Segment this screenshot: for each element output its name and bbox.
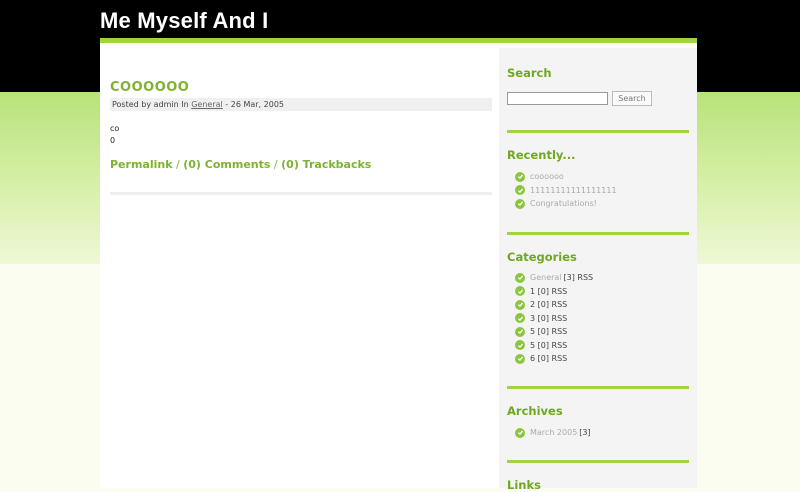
post-divider (110, 192, 492, 195)
list-item: 2 [0] RSS (515, 298, 593, 312)
category-link[interactable]: 1 (530, 287, 535, 296)
post-category-link[interactable]: General (191, 100, 223, 109)
categories-list: General [3] RSS 1 [0] RSS 2 [0] RSS 3 [0]… (515, 271, 593, 366)
category-rss-link[interactable]: RSS (552, 314, 568, 323)
category-count: [0] (537, 340, 549, 350)
post-body: co 0 (110, 123, 492, 147)
check-circle-icon (515, 299, 525, 310)
check-circle-icon (515, 272, 525, 283)
check-circle-icon (515, 427, 525, 438)
category-link[interactable]: 3 (530, 314, 535, 323)
check-circle-icon (515, 171, 525, 182)
search-button[interactable]: Search (612, 91, 652, 106)
check-circle-icon (515, 340, 525, 351)
archives-list: March 2005 [3] (515, 426, 591, 440)
list-item: Congratulations! (515, 197, 619, 211)
recently-list: coooooo 11111111111111111 Congratulation… (515, 170, 619, 211)
check-circle-icon (515, 353, 525, 364)
category-link[interactable]: 2 (530, 300, 535, 309)
check-circle-icon (515, 286, 525, 297)
category-link[interactable]: 6 (530, 354, 535, 363)
list-item: March 2005 [3] (515, 426, 591, 440)
check-circle-icon (515, 198, 525, 209)
section-divider (507, 130, 689, 133)
category-link[interactable]: 5 (530, 341, 535, 350)
list-item: 11111111111111111 (515, 184, 619, 198)
recent-post-link[interactable]: 11111111111111111 (530, 186, 617, 195)
section-divider (507, 386, 689, 389)
check-circle-icon (515, 313, 525, 324)
post-meta: Posted by admin In General - 26 Mar, 200… (110, 98, 492, 111)
list-item: 6 [0] RSS (515, 352, 593, 366)
search-heading: Search (507, 66, 552, 80)
list-item: coooooo (515, 170, 619, 184)
separator: / (172, 158, 184, 171)
site-title[interactable]: Me Myself And I (100, 8, 268, 34)
category-count: [0] (537, 313, 549, 323)
section-divider (507, 460, 689, 463)
recently-heading: Recently... (507, 148, 576, 162)
page-container: COOOOOO Posted by admin In General - 26 … (100, 38, 697, 492)
category-rss-link[interactable]: RSS (552, 327, 568, 336)
post-meta-prefix: Posted by admin In (112, 100, 189, 109)
links-heading: Links (507, 478, 541, 492)
category-link[interactable]: General (530, 273, 562, 282)
recent-post-link[interactable]: Congratulations! (530, 199, 597, 208)
post-date: - 26 Mar, 2005 (222, 100, 284, 109)
check-circle-icon (515, 326, 525, 337)
category-rss-link[interactable]: RSS (552, 354, 568, 363)
post-title[interactable]: COOOOOO (110, 80, 492, 95)
recent-post-link[interactable]: coooooo (530, 172, 564, 181)
comments-link[interactable]: (0) Comments (183, 158, 270, 171)
categories-heading: Categories (507, 250, 577, 264)
main-content: COOOOOO Posted by admin In General - 26 … (110, 80, 492, 195)
search-input[interactable] (507, 92, 608, 105)
list-item: 1 [0] RSS (515, 285, 593, 299)
post-body-line: co (110, 124, 120, 133)
category-link[interactable]: 5 (530, 327, 535, 336)
post-links: Permalink / (0) Comments / (0) Trackback… (110, 158, 492, 171)
category-count: [0] (537, 354, 549, 364)
archive-count: [3] (579, 428, 591, 438)
separator: / (270, 158, 282, 171)
list-item: 3 [0] RSS (515, 312, 593, 326)
category-rss-link[interactable]: RSS (552, 341, 568, 350)
check-circle-icon (515, 185, 525, 196)
category-count: [0] (537, 300, 549, 310)
archive-link[interactable]: March 2005 (530, 428, 577, 437)
category-count: [0] (537, 327, 549, 337)
list-item: 5 [0] RSS (515, 339, 593, 353)
list-item: General [3] RSS (515, 271, 593, 285)
archives-heading: Archives (507, 404, 563, 418)
category-rss-link[interactable]: RSS (552, 300, 568, 309)
trackbacks-link[interactable]: (0) Trackbacks (281, 158, 371, 171)
post-body-line: 0 (110, 136, 116, 145)
section-divider (507, 232, 689, 235)
permalink-link[interactable]: Permalink (110, 158, 173, 171)
category-rss-link[interactable]: RSS (577, 273, 593, 282)
list-item: 5 [0] RSS (515, 325, 593, 339)
sidebar: Search Search Recently... coooooo 111111… (499, 48, 697, 492)
category-rss-link[interactable]: RSS (552, 287, 568, 296)
category-count: [0] (537, 286, 549, 296)
category-count: [3] (563, 273, 575, 283)
